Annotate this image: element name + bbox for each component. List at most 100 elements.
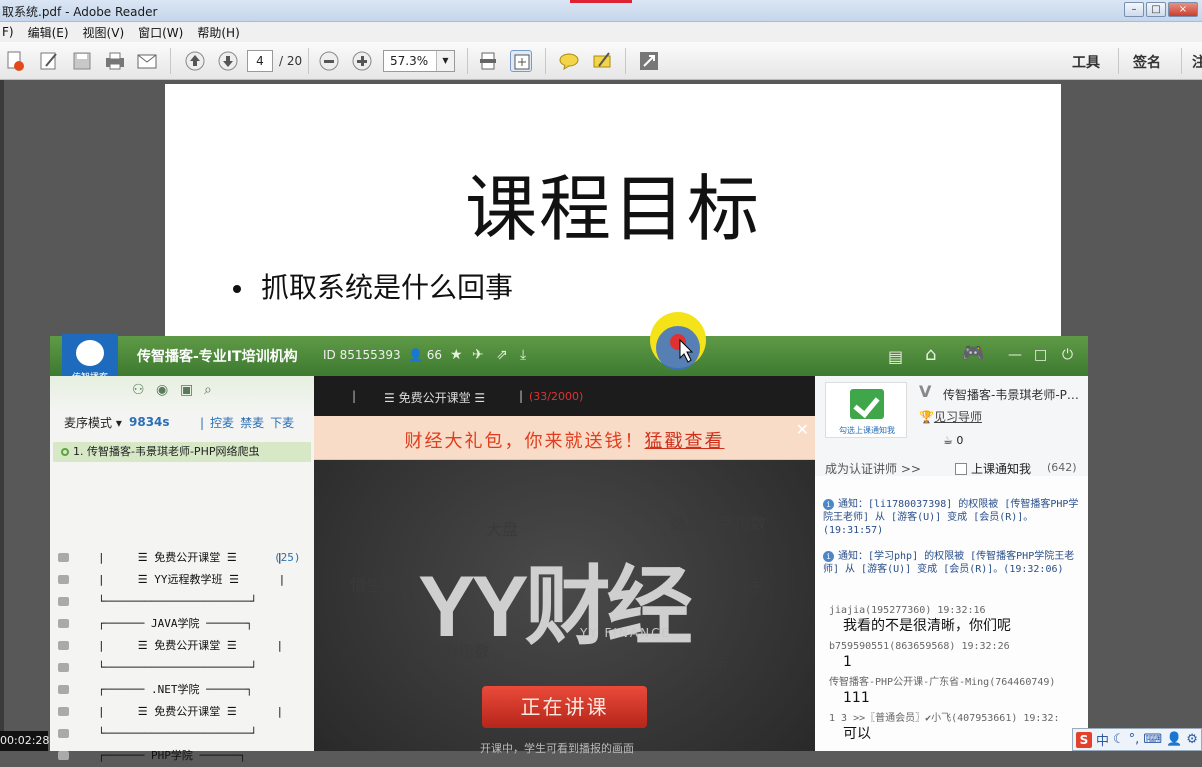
become-certified-link[interactable]: 成为认证讲师 >> [825, 460, 921, 477]
notify-checkbox[interactable]: 上课通知我 [955, 460, 1031, 477]
pdf-page: 课程目标 抓取系统是什么回事 [165, 84, 1061, 344]
email-icon[interactable] [136, 50, 158, 72]
page-number-input[interactable]: 4 [247, 50, 273, 72]
print-icon[interactable] [104, 50, 126, 72]
notify-label: 上课通知我 [971, 462, 1032, 476]
center-tab-bar: | ☰ 免费公开课堂 ☰ | (33/2000) [314, 376, 815, 416]
fullscreen-icon[interactable] [638, 50, 660, 72]
notify-badge[interactable]: 勾选上课通知我 [825, 382, 907, 438]
channel-tree-row[interactable]: ┌────── .NET学院 ──────┐ [50, 679, 300, 701]
channel-tree-row[interactable]: └──────────────────────┘ [50, 591, 300, 613]
user-icon[interactable]: ⚇ [132, 382, 145, 398]
save-icon[interactable] [71, 50, 93, 72]
channel-tree-row[interactable]: ┌────── PHP学院 ──────┐ [50, 745, 300, 767]
menu-edit[interactable]: 编辑(E) [28, 24, 69, 41]
download-icon[interactable]: ⤓ [520, 347, 526, 363]
chat-sender[interactable]: b759590551(863659568) 19:32:26 [829, 640, 1010, 653]
teacher-chat-panel: 勾选上课通知我 V 传智播客-韦景琪老师-P… 🏆见习导师 ☕ 0 成为认证讲师… [815, 376, 1088, 751]
chat-notice: i 通知：[学习php] 的权限被 [传智播客PHP学院王老师] 从 [游客(U)… [823, 550, 1085, 576]
highlight-icon[interactable] [591, 50, 613, 72]
zoom-in-icon[interactable] [351, 50, 373, 72]
comment-icon[interactable] [558, 50, 580, 72]
trend-icon [58, 553, 69, 562]
minimize-icon[interactable]: — [1008, 347, 1022, 363]
star-icon[interactable]: ★ [450, 347, 463, 363]
channel-tree-row[interactable]: └──────────────────────┘ [50, 657, 300, 679]
promo-banner[interactable]: 财经大礼包，你来就送钱！猛戳查看 ✕ [314, 416, 815, 460]
channel-tree-row[interactable]: ┌────── JAVA学院 ──────┐ [50, 613, 300, 635]
channel-tree-label: | ☰ 免费公开课堂 ☰ | [98, 551, 284, 564]
chat-sender[interactable]: jiajia(195277360) 19:32:16 [829, 604, 986, 617]
navigation-pane-strip[interactable] [0, 80, 4, 751]
close-icon[interactable]: ✕ [796, 420, 809, 439]
live-lecture-button[interactable]: 正在讲课 [482, 686, 647, 728]
location-icon[interactable]: ◉ [156, 382, 168, 398]
maximize-button[interactable]: □ [1146, 2, 1166, 17]
menu-help[interactable]: 帮助(H) [197, 24, 239, 41]
queue-item[interactable]: 1. 传智播客-韦景琪老师-PHP网络爬虫 [53, 442, 311, 462]
search-icon[interactable]: ⌕ [204, 382, 212, 398]
zoom-value: 57.3% [390, 54, 429, 68]
chevron-down-icon[interactable]: ▼ [436, 51, 454, 71]
yy-logo-text: YY财经 [418, 559, 693, 655]
check-icon [850, 389, 884, 419]
sogou-icon[interactable]: S [1076, 731, 1092, 748]
minimize-button[interactable]: – [1124, 2, 1144, 17]
recorder-indicator [570, 0, 632, 3]
video-area: | ☰ 免费公开课堂 ☰ | (33/2000) 财经大礼包，你来就送钱！猛戳查… [314, 376, 815, 755]
share-icon[interactable]: ⇗ [496, 347, 508, 363]
maximize-icon[interactable]: □ [1034, 347, 1047, 363]
channel-tree-row[interactable]: | ☰ 免费公开课堂 ☰ | [50, 701, 300, 723]
menu-window[interactable]: 窗口(W) [138, 24, 183, 41]
channel-tree-row[interactable]: | ☰ 免费公开课堂 ☰ | (25) [50, 547, 301, 569]
channel-tab[interactable]: ☰ 免费公开课堂 ☰ [384, 389, 485, 406]
menu-file[interactable]: F) [2, 25, 14, 39]
zoom-out-icon[interactable] [318, 50, 340, 72]
sign-button[interactable]: 签名 [1133, 52, 1161, 72]
verified-icon: V [919, 382, 932, 401]
teacher-rank[interactable]: 🏆见习导师 [919, 408, 982, 425]
plane-icon[interactable]: ✈ [472, 347, 484, 363]
create-pdf-icon[interactable] [4, 50, 26, 72]
promo-link[interactable]: 猛戳查看 [645, 431, 725, 452]
menu-view[interactable]: 视图(V) [83, 24, 125, 41]
cap-icon [58, 575, 69, 584]
ime-mode[interactable]: 中 [1096, 730, 1109, 749]
comment-button[interactable]: 注 [1192, 52, 1202, 72]
channel-tree-row[interactable]: | ☰ YY远程教学班 ☰ | [50, 569, 300, 591]
fit-page-icon[interactable] [477, 50, 499, 72]
tools-button[interactable]: 工具 [1072, 52, 1100, 72]
edit-icon[interactable] [38, 50, 60, 72]
list-icon[interactable]: ▤ [888, 347, 903, 366]
teacher-name[interactable]: 传智播客-韦景琪老师-P… [943, 386, 1079, 403]
online-count-value: 66 [426, 348, 443, 362]
slide-bullet-text: 抓取系统是什么回事 [261, 271, 514, 304]
fit-width-icon[interactable] [510, 50, 532, 72]
grab-mic-link[interactable]: 控麦 [210, 416, 234, 430]
close-button[interactable]: × [1168, 2, 1198, 17]
keyboard-icon[interactable]: ⌨ [1143, 732, 1162, 747]
ime-toolbar[interactable]: S 中 ☾ °, ⌨ 👤 ⚙ [1072, 728, 1202, 751]
zoom-select[interactable]: 57.3% ▼ [383, 50, 455, 72]
note-icon[interactable]: ▣ [180, 382, 193, 398]
user-icon[interactable]: 👤 [1166, 732, 1182, 747]
punctuation-icon[interactable]: °, [1129, 732, 1140, 747]
channel-name: 传智播客-专业IT培训机构 [137, 349, 298, 365]
home-icon[interactable]: ⌂ [925, 344, 936, 365]
chat-log[interactable]: i 通知：[li1780037398] 的权限被 [传智播客PHP学院王老师] 从… [815, 494, 1088, 751]
game-icon[interactable]: 🎮 [962, 343, 984, 364]
chat-sender[interactable]: 传智播客-PHP公开课-广东省-Ming(764460749) [829, 676, 1055, 689]
next-page-icon[interactable] [217, 50, 239, 72]
chat-sender[interactable]: 1 3 >>〖普通会员〗✔小飞(407953661) 19:32: [829, 712, 1060, 725]
channel-tree-row[interactable]: └──────────────────────┘ [50, 723, 300, 745]
drop-mic-link[interactable]: 下麦 [270, 416, 294, 430]
queue-mode[interactable]: 麦序模式 ▾ [64, 414, 122, 431]
previous-page-icon[interactable] [184, 50, 206, 72]
channel-tree-row[interactable]: | ☰ 免费公开课堂 ☰ | [50, 635, 300, 657]
ban-mic-link[interactable]: 禁麦 [240, 416, 264, 430]
tools-icon[interactable]: ⚙ [1186, 732, 1198, 747]
chat-message: 可以 [843, 726, 871, 742]
info-icon: i [823, 551, 834, 562]
power-icon[interactable]: ⏻ [1062, 347, 1073, 363]
moon-icon[interactable]: ☾ [1113, 732, 1125, 747]
